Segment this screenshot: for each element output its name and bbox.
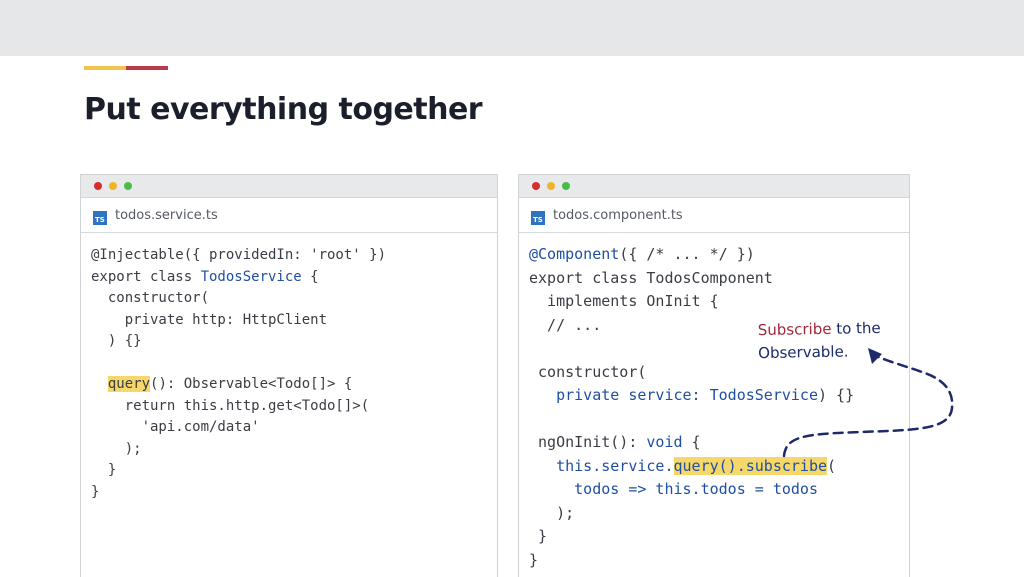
maximize-dot-icon (562, 182, 570, 190)
minimize-dot-icon (109, 182, 117, 190)
code-line: @Injectable({ providedIn: 'root' }) (91, 247, 387, 263)
top-bar (0, 0, 1024, 56)
accent-bar-red (126, 66, 168, 70)
code-token: (): Observable<Todo[]> { (150, 376, 353, 392)
slide-title: Put everything together (84, 92, 483, 127)
annotation-note: Subscribe to the Observable. (758, 317, 882, 365)
code-window-service: TS todos.service.ts @Injectable({ provid… (80, 174, 498, 577)
annotation-text: to the (831, 318, 881, 338)
code-line: } (529, 527, 548, 545)
code-token: ({ /* ... */ }) (619, 245, 755, 263)
code-line: 'api.com/data' (91, 419, 260, 435)
code-line: return this.http.get<Todo[]>( (91, 397, 370, 414)
close-dot-icon (94, 182, 102, 190)
code-line: constructor( (91, 290, 210, 306)
code-token: @Component (529, 245, 620, 263)
file-name: todos.component.ts (553, 208, 683, 223)
minimize-dot-icon (547, 182, 555, 190)
close-dot-icon (532, 182, 540, 190)
code-window-component: TS todos.component.ts @Component({ /* ..… (518, 174, 910, 577)
file-tab[interactable]: TS todos.component.ts (519, 198, 909, 233)
code-line: ); (91, 440, 142, 457)
code-token: TodosService (709, 386, 818, 404)
code-line: } (91, 462, 117, 478)
annotation-keyword: Subscribe (757, 319, 832, 340)
code-token: void (646, 433, 683, 451)
highlighted-query: query (107, 376, 151, 392)
code-line: ); (529, 503, 575, 522)
annotation-text: Observable. (758, 342, 849, 363)
code-line: export class TodosComponent (529, 268, 773, 287)
accent-bar-yellow (84, 66, 126, 70)
code-token: private service: (556, 386, 710, 404)
code-token: todos => this. (574, 480, 701, 498)
ts-file-icon: TS (93, 211, 107, 225)
file-tab[interactable]: TS todos.service.ts (81, 198, 497, 233)
code-token: (): (610, 433, 647, 451)
code-block-component: @Component({ /* ... */ }) export class T… (529, 243, 854, 572)
window-titlebar (519, 175, 909, 198)
highlighted-query-subscribe: query().subscribe (673, 456, 828, 475)
code-line: constructor( (529, 362, 647, 381)
code-line: } (91, 483, 100, 500)
code-block-service: @Injectable({ providedIn: 'root' }) expo… (91, 245, 386, 503)
code-token: ( (827, 456, 837, 475)
code-token: { (682, 433, 701, 451)
code-line: } (529, 550, 539, 569)
code-token: todos = todos (700, 480, 818, 498)
code-line: private http: HttpClient (91, 311, 328, 328)
code-token: { (301, 268, 319, 285)
code-token: ngOnInit (529, 433, 611, 451)
code-token: this.service. (556, 456, 674, 475)
file-name: todos.service.ts (115, 208, 218, 223)
ts-file-icon: TS (531, 211, 545, 225)
code-line: implements OnInit { (529, 292, 719, 310)
maximize-dot-icon (124, 182, 132, 190)
code-line: // ... (529, 315, 602, 334)
code-token: TodosService (200, 268, 302, 285)
code-token: export class (91, 268, 201, 285)
code-line: ) {} (91, 333, 142, 349)
window-titlebar (81, 175, 497, 198)
code-token: ) {} (818, 386, 855, 404)
